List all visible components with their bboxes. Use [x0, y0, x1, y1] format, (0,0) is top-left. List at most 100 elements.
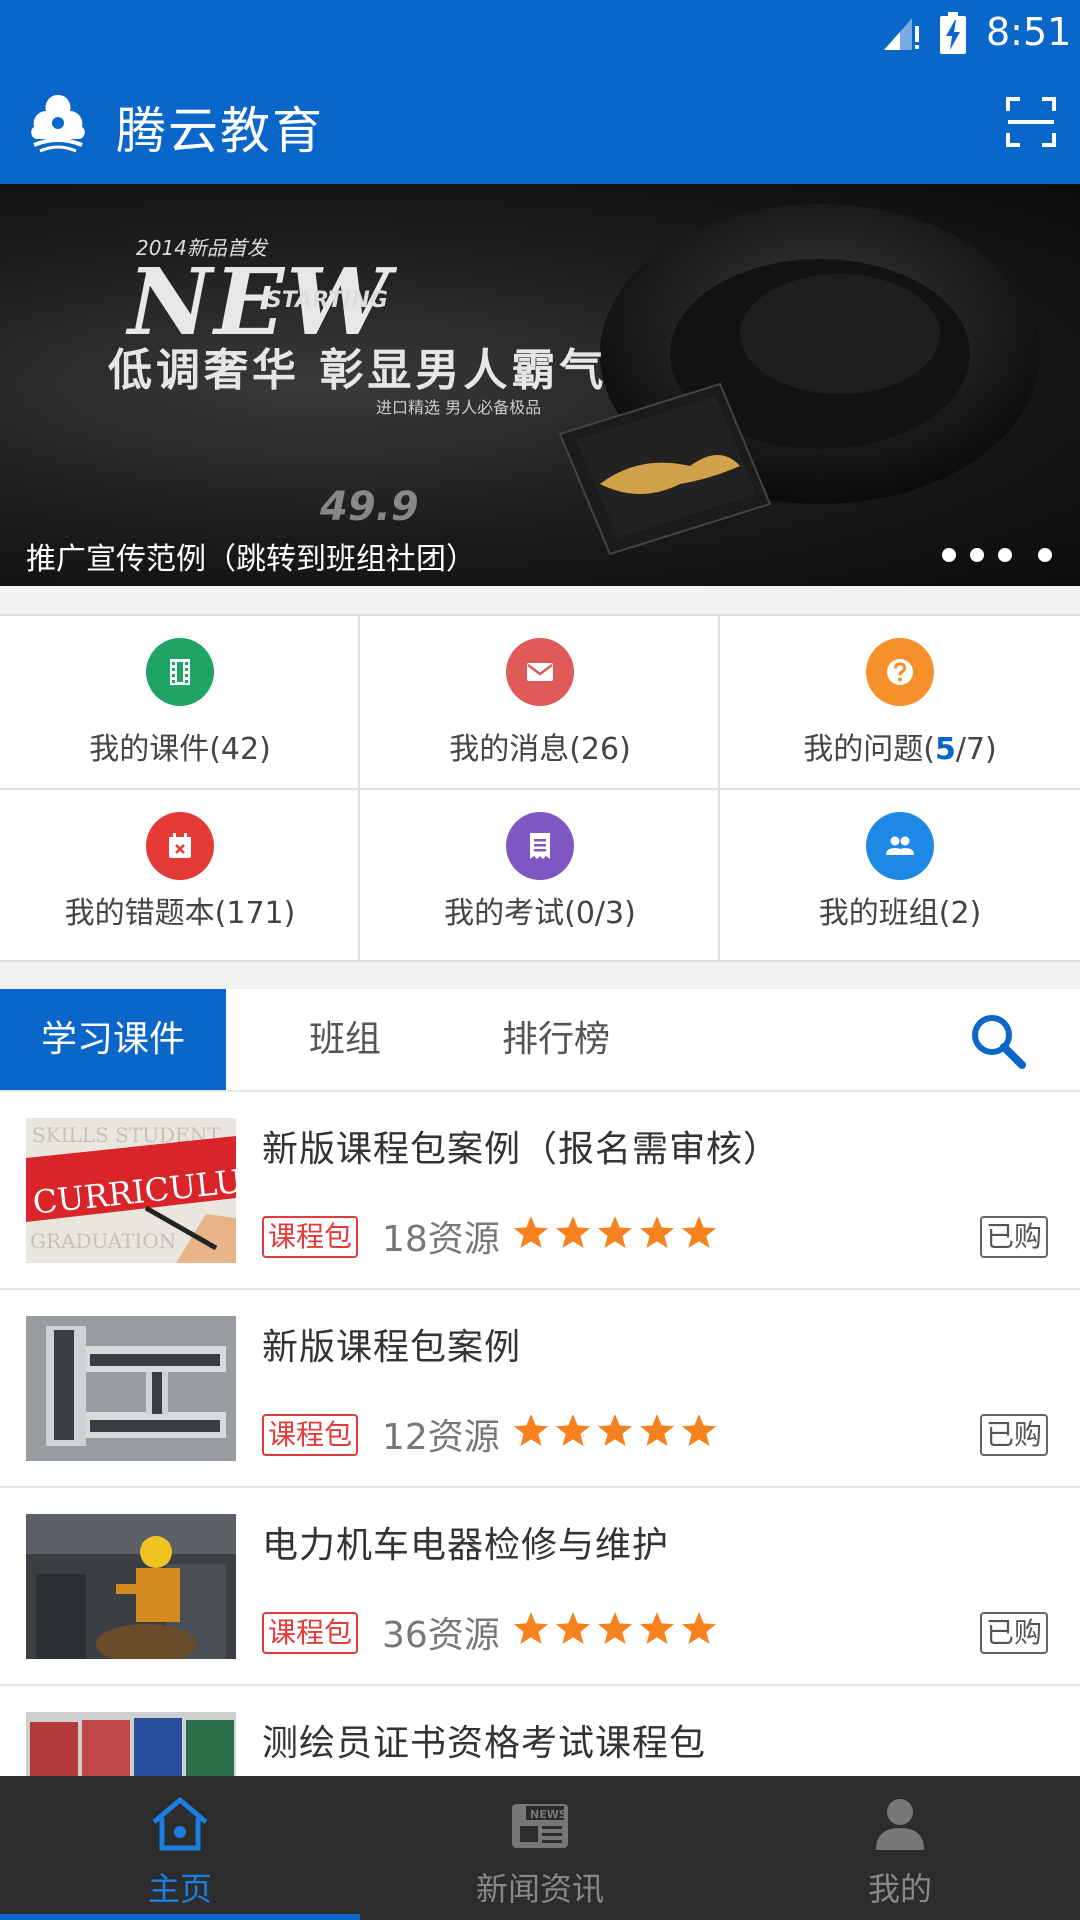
- cloud-logo-icon[interactable]: [26, 89, 90, 155]
- promo-sub: 进口精选 男人必备极品: [376, 398, 542, 417]
- courseware-circle: [146, 638, 214, 706]
- my-wrong-answers-button[interactable]: 我的错题本(171): [0, 790, 360, 963]
- nav-home-label: 主页: [147, 1870, 212, 1908]
- wrong-answers-circle: [146, 812, 214, 880]
- tab-courseware[interactable]: 学习课件: [0, 989, 226, 1090]
- course-thumbnail: SKILLS STUDENT GRADUATION CURRICULUM: [26, 1118, 236, 1263]
- scan-icon[interactable]: [1006, 97, 1056, 147]
- carousel-dot[interactable]: [998, 548, 1012, 562]
- course-title: 新版课程包案例: [262, 1327, 522, 1368]
- purchased-badge: 已购: [980, 1612, 1049, 1654]
- content-tabs: 学习课件 班组 排行榜: [0, 989, 1080, 1092]
- course-title: 新版课程包案例（报名需审核）: [262, 1129, 781, 1170]
- course-item[interactable]: 电力机车电器检修与维护 课程包 36资源 已购: [0, 1488, 1080, 1686]
- app-title: 腾云教育: [116, 102, 324, 160]
- wrong-answers-label: 我的错题本(171): [64, 896, 296, 931]
- questions-circle: [866, 638, 934, 706]
- my-courseware-button[interactable]: 我的课件(42): [0, 616, 360, 789]
- tab-group[interactable]: 班组: [270, 989, 420, 1090]
- messages-label: 我的消息(26): [449, 732, 631, 767]
- bottom-navigation: 主页 NEWS 新闻资讯 我的: [0, 1776, 1080, 1920]
- course-thumbnail: [26, 1316, 236, 1461]
- star-icon: [682, 1216, 716, 1248]
- nav-news[interactable]: NEWS 新闻资讯: [360, 1776, 720, 1920]
- questions-label-suffix: /7): [955, 732, 997, 767]
- nav-home[interactable]: 主页: [0, 1776, 360, 1920]
- star-icon: [514, 1216, 548, 1248]
- person-icon: [876, 1799, 924, 1850]
- star-icon: [640, 1216, 674, 1248]
- film-icon: [170, 659, 190, 685]
- carousel-indicator[interactable]: [942, 548, 1052, 564]
- star-icon: [556, 1216, 590, 1248]
- star-icon: [682, 1612, 716, 1644]
- svg-text:GRADUATION: GRADUATION: [30, 1229, 176, 1253]
- status-time: 8:51: [986, 10, 1072, 54]
- purchased-badge: 已购: [980, 1216, 1049, 1258]
- receipt-icon: [530, 833, 550, 859]
- star-icon: [556, 1414, 590, 1446]
- star-icon: [598, 1414, 632, 1446]
- course-thumbnail: [26, 1712, 236, 1776]
- star-icon: [598, 1216, 632, 1248]
- purchased-badge: 已购: [980, 1414, 1049, 1456]
- help-icon: [887, 659, 913, 685]
- groups-label: 我的班组(2): [818, 896, 982, 931]
- banner-caption: 推广宣传范例（跳转到班组社团）: [26, 542, 476, 577]
- star-icon: [682, 1414, 716, 1446]
- course-list: SKILLS STUDENT GRADUATION CURRICULUM 新版课…: [0, 1092, 1080, 1776]
- shortcut-grid: 我的课件(42) 我的消息(26) 我的问题(5/7) 我的错题本(171) 我…: [0, 614, 1080, 962]
- svg-text:NEWS: NEWS: [530, 1808, 567, 1821]
- course-item[interactable]: 测绘员证书资格考试课程包: [0, 1686, 1080, 1776]
- calendar-x-icon: [169, 833, 191, 858]
- course-type-tag: 课程包: [262, 1612, 359, 1654]
- home-icon: [152, 1797, 208, 1851]
- star-icon: [640, 1414, 674, 1446]
- carousel-dot[interactable]: [942, 548, 956, 562]
- course-item[interactable]: 新版课程包案例 课程包 12资源 已购: [0, 1290, 1080, 1488]
- course-title: 电力机车电器检修与维护: [262, 1525, 670, 1566]
- search-icon[interactable]: [968, 1011, 1028, 1071]
- app-bar: 腾云教育: [0, 63, 1080, 184]
- course-thumbnail: [26, 1514, 236, 1659]
- promo-banner[interactable]: 2014新品首发 NEW STARTING 低调奢华 彰显男人霸气 进口精选 男…: [0, 184, 1080, 586]
- mail-icon: [527, 663, 553, 681]
- course-type-tag: 课程包: [262, 1216, 359, 1258]
- exams-label: 我的考试(0/3): [444, 896, 636, 931]
- nav-profile-label: 我的: [867, 1870, 932, 1908]
- star-icon: [640, 1612, 674, 1644]
- my-messages-button[interactable]: 我的消息(26): [360, 616, 720, 789]
- star-icon: [514, 1612, 548, 1644]
- course-type-tag: 课程包: [262, 1414, 359, 1456]
- courseware-label: 我的课件(42): [89, 732, 271, 767]
- nav-profile[interactable]: 我的: [720, 1776, 1080, 1920]
- news-icon: NEWS: [512, 1804, 568, 1848]
- nav-active-indicator: [0, 1914, 360, 1920]
- tab-ranking[interactable]: 排行榜: [476, 989, 636, 1090]
- exams-circle: [506, 812, 574, 880]
- star-icon: [514, 1414, 548, 1446]
- questions-label: 我的问题(5/7): [720, 724, 1080, 768]
- my-exams-button[interactable]: 我的考试(0/3): [360, 790, 720, 963]
- messages-circle: [506, 638, 574, 706]
- promo-starting: STARTING: [266, 288, 388, 313]
- battery-charging-icon: [940, 12, 966, 54]
- course-item[interactable]: SKILLS STUDENT GRADUATION CURRICULUM 新版课…: [0, 1092, 1080, 1290]
- course-title: 测绘员证书资格考试课程包: [262, 1723, 707, 1764]
- my-groups-button[interactable]: 我的班组(2): [720, 790, 1080, 963]
- carousel-dot[interactable]: [970, 548, 984, 562]
- course-resource-count: 36资源: [382, 1615, 500, 1656]
- star-icon: [598, 1612, 632, 1644]
- course-resource-count: 12资源: [382, 1417, 500, 1458]
- my-questions-button[interactable]: 我的问题(5/7): [720, 616, 1080, 789]
- star-icon: [556, 1612, 590, 1644]
- groups-circle: [866, 812, 934, 880]
- signal-icon: [884, 18, 919, 50]
- questions-label-prefix: 我的问题(: [803, 732, 935, 767]
- promo-price: 49.9: [320, 484, 419, 530]
- nav-news-label: 新闻资讯: [475, 1870, 604, 1908]
- questions-label-highlight: 5: [934, 732, 956, 767]
- group-icon: [886, 836, 914, 855]
- promo-slogan: 低调奢华 彰显男人霸气: [108, 345, 608, 396]
- carousel-dot-active[interactable]: [1038, 548, 1052, 562]
